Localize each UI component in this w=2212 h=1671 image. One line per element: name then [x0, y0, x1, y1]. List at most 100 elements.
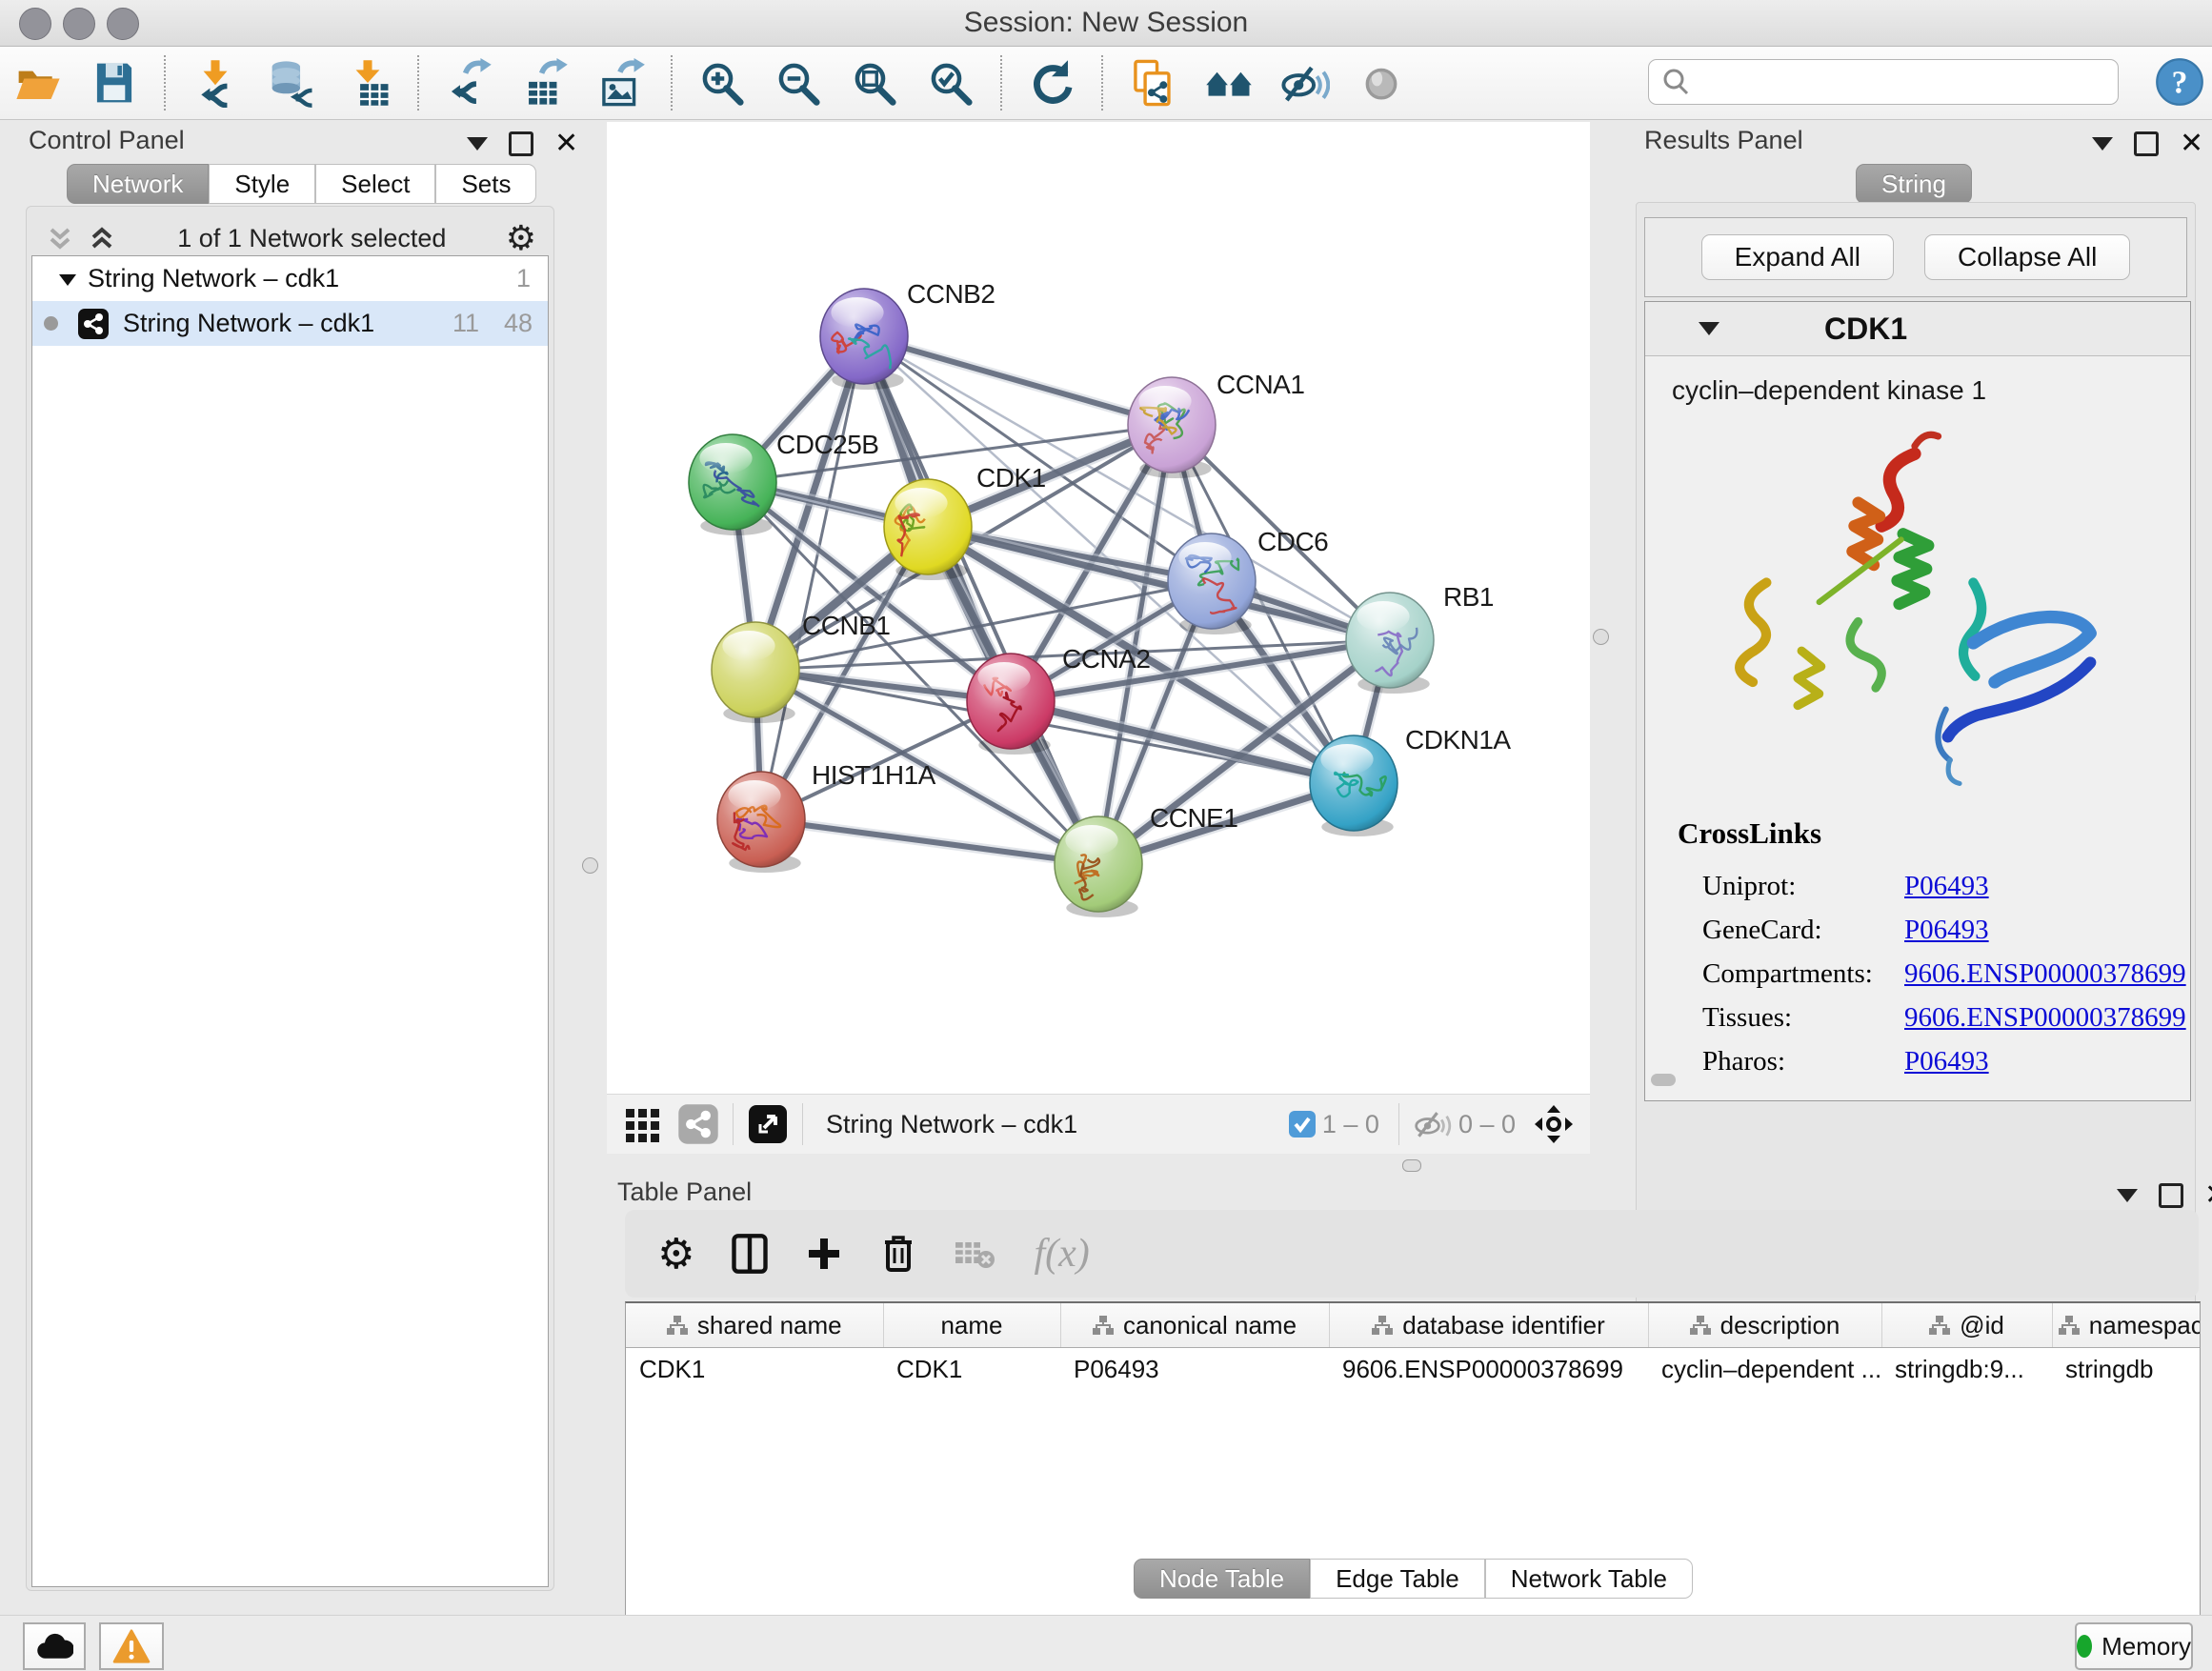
tab-style[interactable]: Style [209, 164, 315, 204]
network-row-selected[interactable]: String Network – cdk1 11 48 [32, 301, 548, 346]
hidden-eye-icon[interactable] [1413, 1104, 1453, 1144]
table-cell[interactable]: P06493 [1060, 1348, 1329, 1391]
control-panel-menu-icon[interactable] [467, 137, 488, 151]
bottom-splitter-handle[interactable] [1402, 1159, 1421, 1172]
network-view-title: String Network – cdk1 [826, 1110, 1288, 1139]
save-session-icon[interactable] [90, 58, 139, 108]
crosslink-link[interactable]: P06493 [1904, 908, 1989, 952]
table-cell[interactable]: CDK1 [883, 1348, 1060, 1391]
node-details-collapse-icon[interactable] [1699, 322, 1719, 335]
refresh-icon[interactable] [1027, 58, 1076, 108]
tab-edge-table[interactable]: Edge Table [1310, 1559, 1485, 1599]
zoom-fit-icon[interactable] [850, 58, 899, 108]
tab-sets[interactable]: Sets [435, 164, 536, 204]
crosslink-link[interactable]: P06493 [1904, 864, 1989, 908]
home-icon[interactable] [1204, 58, 1254, 108]
node-details-header[interactable]: CDK1 [1645, 302, 2190, 356]
column-header-description[interactable]: description [1648, 1303, 1881, 1348]
selected-checkbox-icon[interactable] [1288, 1110, 1317, 1138]
left-splitter-handle[interactable] [582, 857, 598, 874]
column-header-name[interactable]: name [883, 1303, 1060, 1348]
tab-network[interactable]: Network [67, 164, 209, 204]
export-network-icon[interactable] [444, 58, 493, 108]
table-cell[interactable]: stringdb:9... [1881, 1348, 2052, 1391]
node-CCNB1[interactable] [712, 622, 799, 723]
collapse-all-button[interactable]: Collapse All [1924, 234, 2130, 280]
clone-network-icon[interactable] [1128, 58, 1177, 108]
help-button[interactable]: ? [2155, 57, 2204, 107]
control-panel-close-icon[interactable]: ✕ [554, 134, 578, 153]
results-scrollbar-thumb[interactable] [1651, 1074, 1676, 1086]
delete-column-icon[interactable] [879, 1233, 917, 1275]
footer-divider [1398, 1103, 1399, 1145]
table-panel-float-icon[interactable] [2159, 1183, 2183, 1208]
table-settings-gear-icon[interactable]: ⚙ [657, 1230, 694, 1278]
cloud-button[interactable] [23, 1622, 86, 1670]
tab-network-table[interactable]: Network Table [1485, 1559, 1693, 1599]
network-options-gear-icon[interactable]: ⚙ [506, 218, 536, 258]
zoom-in-icon[interactable] [697, 58, 747, 108]
crosslink-link[interactable]: 9606.ENSP00000378699 [1904, 996, 2186, 1039]
edge-CCNB2-CCNA1[interactable] [864, 336, 1172, 425]
node-CDC6[interactable] [1168, 534, 1256, 634]
node-CCNA1[interactable] [1128, 377, 1216, 478]
node-CDC25B[interactable] [689, 434, 776, 535]
crosslink-link[interactable]: 9606.ENSP00000378699 [1904, 952, 2186, 996]
collection-expander-icon[interactable] [55, 267, 80, 292]
network-view-icon[interactable] [677, 1103, 719, 1145]
import-network-icon[interactable] [191, 58, 240, 108]
column-header-shared-name[interactable]: shared name [626, 1303, 883, 1348]
export-image-icon[interactable] [596, 58, 646, 108]
node-RB1[interactable] [1346, 593, 1434, 694]
search-input[interactable] [1695, 67, 2118, 98]
column-header-namespace[interactable]: namespace [2052, 1303, 2201, 1348]
edge-HIST1H1A-CCNE1[interactable] [761, 819, 1098, 864]
zoom-out-icon[interactable] [774, 58, 823, 108]
add-column-icon[interactable] [805, 1235, 843, 1273]
table-panel-close-icon[interactable]: ✕ [2204, 1186, 2212, 1205]
export-table-icon[interactable] [520, 58, 570, 108]
column-header-database-identifier[interactable]: database identifier [1329, 1303, 1648, 1348]
results-panel-float-icon[interactable] [2134, 131, 2159, 156]
network-canvas[interactable]: CCNB2CCNA1CDC25BCDK1CDC6RB1CCNB1CCNA2CDK… [607, 122, 1590, 1094]
right-splitter-handle[interactable] [1593, 629, 1609, 645]
network-collection-row[interactable]: String Network – cdk1 1 [32, 256, 548, 301]
hide-unhide-icon[interactable] [1280, 58, 1330, 108]
control-panel-float-icon[interactable] [509, 131, 533, 156]
crosslink-link[interactable]: P06493 [1904, 1039, 1989, 1083]
table-cell[interactable]: CDK1 [626, 1348, 883, 1391]
open-session-icon[interactable] [13, 58, 63, 108]
table-panel-menu-icon[interactable] [2117, 1189, 2138, 1202]
show-columns-icon[interactable] [731, 1233, 769, 1275]
memory-button[interactable]: Memory [2075, 1622, 2193, 1670]
table-cell[interactable]: 9606.ENSP00000378699 [1329, 1348, 1648, 1391]
table-row[interactable]: CDK1CDK1P064939606.ENSP00000378699cyclin… [626, 1348, 2201, 1391]
node-CDKN1A[interactable] [1310, 735, 1398, 836]
table-cell[interactable]: cyclin–dependent ... [1648, 1348, 1881, 1391]
expand-all-networks-icon[interactable] [86, 222, 118, 254]
results-panel-close-icon[interactable]: ✕ [2180, 134, 2203, 153]
column-header-canonical-name[interactable]: canonical name [1060, 1303, 1329, 1348]
import-database-icon[interactable] [267, 58, 316, 108]
node-HIST1H1A[interactable] [717, 772, 805, 873]
node-description: cyclin–dependent kinase 1 [1645, 356, 2190, 406]
node-CCNE1[interactable] [1055, 816, 1142, 917]
column-header-@id[interactable]: @id [1881, 1303, 2052, 1348]
expand-all-button[interactable]: Expand All [1701, 234, 1894, 280]
show-graphics-icon[interactable] [1357, 58, 1406, 108]
tab-string[interactable]: String [1856, 164, 1972, 204]
grid-view-icon[interactable] [622, 1103, 664, 1145]
detach-view-icon[interactable] [747, 1103, 789, 1145]
warnings-button[interactable] [99, 1622, 164, 1670]
crosslink-row: Uniprot:P06493 [1678, 864, 2186, 908]
import-table-icon[interactable] [343, 58, 392, 108]
tab-select[interactable]: Select [315, 164, 435, 204]
table-cell[interactable]: stringdb [2052, 1348, 2201, 1391]
zoom-selected-icon[interactable] [926, 58, 975, 108]
collapse-all-networks-icon[interactable] [44, 222, 76, 254]
tab-node-table[interactable]: Node Table [1134, 1559, 1310, 1599]
results-panel-menu-icon[interactable] [2092, 137, 2113, 151]
window-title: Session: New Session [0, 0, 2212, 46]
pan-mode-icon[interactable] [1531, 1101, 1577, 1147]
node-CDK1[interactable] [884, 479, 972, 580]
